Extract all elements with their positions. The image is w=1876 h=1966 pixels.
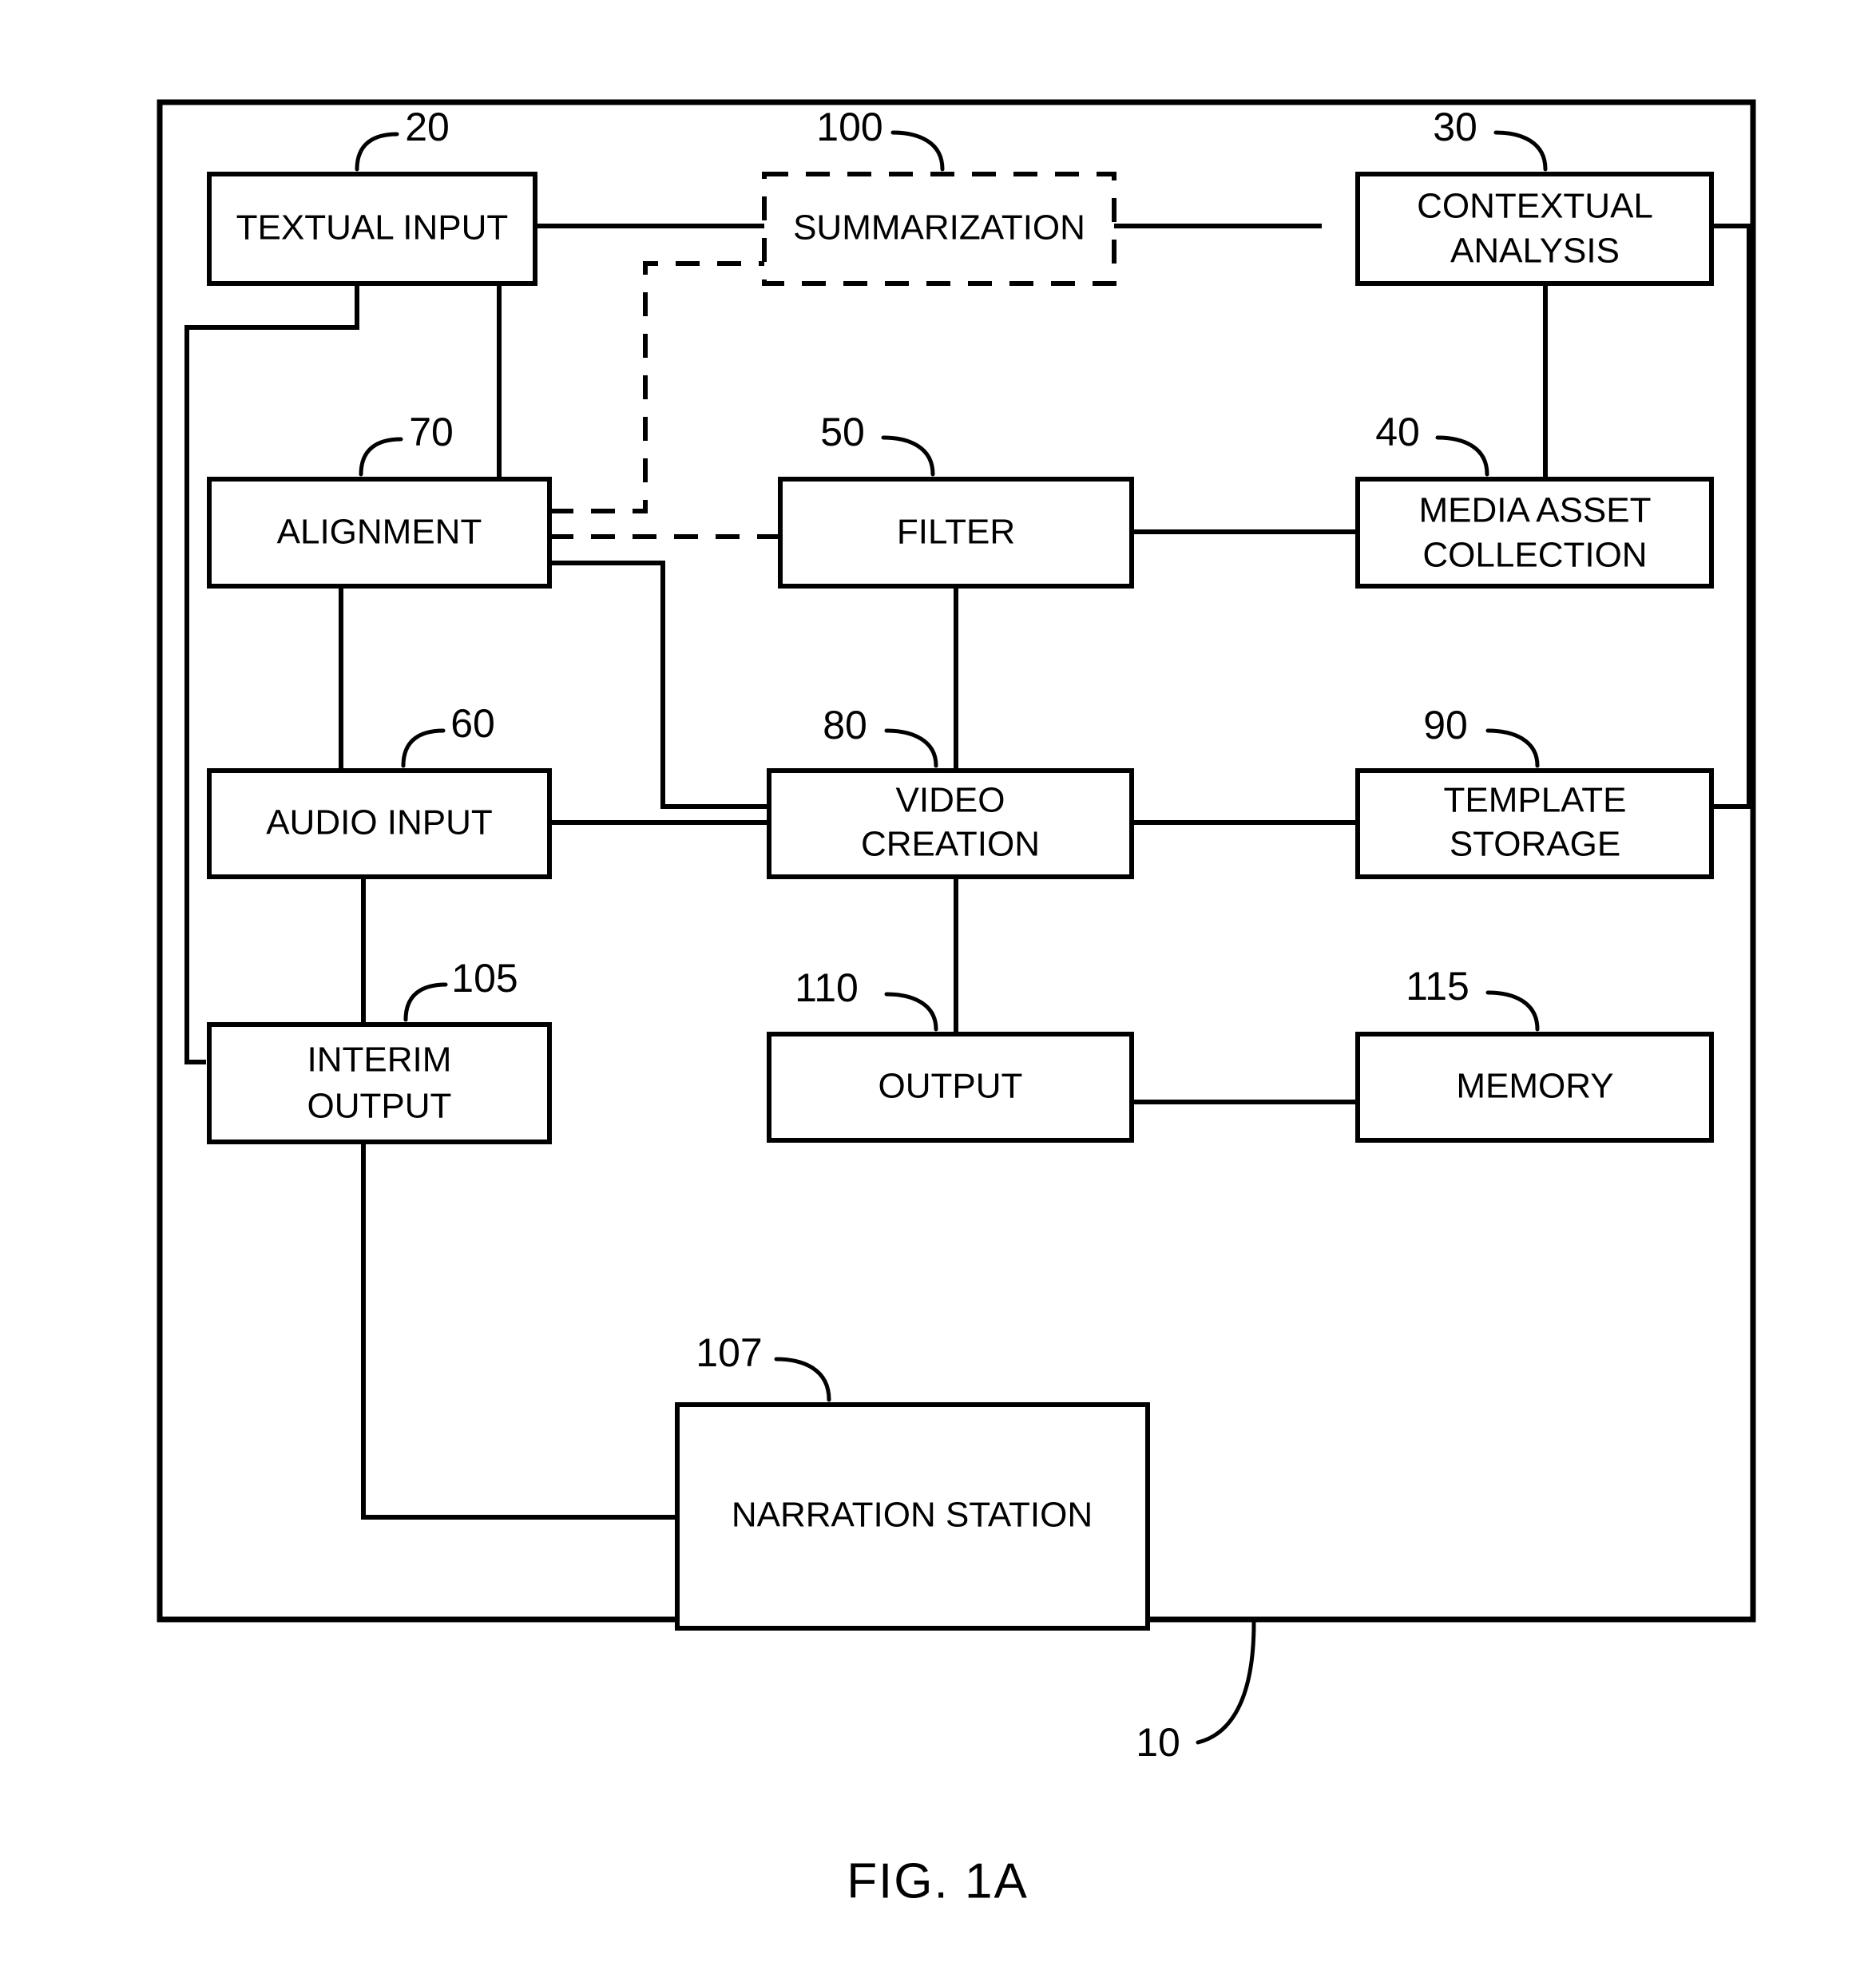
- block-filter[interactable]: FILTER 50: [778, 410, 1134, 589]
- block-filter-label: FILTER: [897, 513, 1015, 552]
- block-memory-label: MEMORY: [1456, 1067, 1613, 1106]
- block-contextual-analysis-label-line2: ANALYSIS: [1450, 232, 1620, 271]
- leader-line-115: [1485, 990, 1540, 1032]
- ref-number-60: 60: [450, 701, 495, 746]
- block-contextual-analysis[interactable]: CONTEXTUAL ANALYSIS 30: [1355, 105, 1714, 286]
- leader-line-40: [1435, 435, 1489, 477]
- block-interim-output-label-line1: INTERIM: [307, 1040, 452, 1080]
- block-interim-output[interactable]: INTERIM OUTPUT 105: [207, 956, 552, 1144]
- block-audio-input-label: AUDIO INPUT: [266, 803, 493, 842]
- block-template-storage[interactable]: TEMPLATE STORAGE 90: [1355, 703, 1714, 879]
- block-memory[interactable]: MEMORY 115: [1355, 964, 1714, 1143]
- block-contextual-analysis-label-line1: CONTEXTUAL: [1417, 187, 1653, 226]
- ref-number-70: 70: [409, 410, 454, 454]
- block-textual-input[interactable]: TEXTUAL INPUT 20: [207, 105, 537, 286]
- block-narration-station[interactable]: NARRATION STATION 107: [675, 1330, 1150, 1631]
- ref-number-10: 10: [1136, 1720, 1180, 1765]
- leader-line-105: [403, 982, 448, 1022]
- block-video-creation-label-line1: VIDEO: [896, 781, 1005, 820]
- leader-line-100: [890, 130, 945, 172]
- block-narration-station-label: NARRATION STATION: [732, 1496, 1093, 1535]
- leader-line-60: [401, 728, 446, 768]
- leader-line-110: [884, 992, 938, 1032]
- figure-caption: FIG. 1A: [847, 1853, 1029, 1909]
- ref-number-100: 100: [816, 105, 882, 149]
- block-alignment-label: ALIGNMENT: [277, 513, 482, 552]
- ref-number-40: 40: [1375, 410, 1420, 454]
- block-video-creation[interactable]: VIDEO CREATION 80: [767, 703, 1134, 879]
- conn-alignment-to-video-creation: [549, 561, 769, 809]
- block-output[interactable]: OUTPUT 110: [767, 965, 1134, 1143]
- ref-number-50: 50: [820, 410, 865, 454]
- ref-number-20: 20: [405, 105, 450, 149]
- patent-figure-1a: TEXTUAL INPUT 20 SUMMARIZATION 100 CONTE…: [0, 0, 1876, 1966]
- block-audio-input[interactable]: AUDIO INPUT 60: [207, 701, 552, 879]
- conn-contextual-to-template-storage: [1711, 224, 1751, 809]
- ref-number-80: 80: [823, 703, 867, 747]
- block-media-asset-collection[interactable]: MEDIA ASSET COLLECTION 40: [1355, 410, 1714, 589]
- ref-number-110: 110: [795, 965, 859, 1010]
- leader-line-90: [1485, 728, 1540, 768]
- block-diagram-canvas: TEXTUAL INPUT 20 SUMMARIZATION 100 CONTE…: [157, 99, 1756, 1909]
- leader-line-80: [884, 728, 938, 768]
- leader-line-70: [359, 437, 403, 477]
- ref-number-30: 30: [1433, 105, 1477, 149]
- leader-line-20: [355, 132, 399, 172]
- dashed-connector-layer: [549, 261, 780, 539]
- ref-number-105: 105: [451, 956, 518, 1001]
- block-interim-output-label-line2: OUTPUT: [307, 1087, 452, 1126]
- leader-line-50: [881, 435, 935, 477]
- block-media-asset-collection-label-line1: MEDIA ASSET: [1419, 491, 1652, 530]
- ref-number-90: 90: [1423, 703, 1468, 747]
- block-summarization-label: SUMMARIZATION: [793, 208, 1085, 248]
- block-summarization[interactable]: SUMMARIZATION 100: [762, 105, 1116, 286]
- ref-number-107: 107: [696, 1330, 762, 1375]
- conn-textual-to-interim-output: [184, 283, 359, 1064]
- block-video-creation-label-line2: CREATION: [861, 825, 1040, 864]
- leader-line-107: [774, 1357, 831, 1402]
- leader-line-10: [1196, 1620, 1256, 1745]
- conn-interim-output-to-narration-station: [361, 1142, 677, 1520]
- block-media-asset-collection-label-line2: COLLECTION: [1422, 536, 1647, 575]
- leader-line-30: [1493, 130, 1548, 172]
- ref-number-115: 115: [1406, 964, 1469, 1009]
- conn-alignment-to-summarization-dashed: [549, 261, 764, 513]
- block-output-label: OUTPUT: [879, 1067, 1023, 1106]
- block-template-storage-label-line1: TEMPLATE: [1443, 781, 1626, 820]
- block-textual-input-label: TEXTUAL INPUT: [236, 208, 509, 248]
- system-reference-callout: 10: [1136, 1620, 1256, 1765]
- block-template-storage-label-line2: STORAGE: [1450, 825, 1620, 864]
